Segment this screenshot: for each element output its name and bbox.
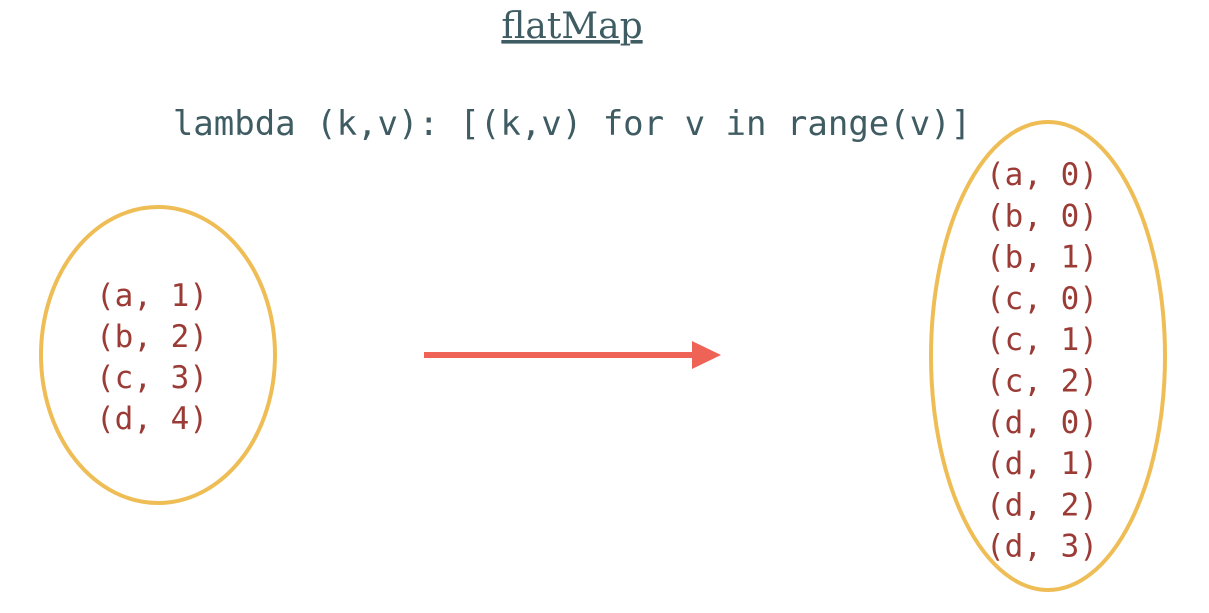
input-pair-4: (d, 4) (96, 401, 208, 437)
diagram-canvas: flatMap lambda (k,v): [(k,v) for v in ra… (0, 0, 1209, 613)
input-pair-2: (b, 2) (96, 319, 208, 355)
output-pair-9: (d, 2) (986, 487, 1098, 523)
output-pair-5: (c, 1) (986, 322, 1098, 358)
output-pair-1: (a, 0) (986, 157, 1098, 193)
diagram-title: flatMap (501, 6, 642, 47)
lambda-expression: lambda (k,v): [(k,v) for v in range(v)] (173, 104, 971, 144)
flatmap-diagram: flatMap lambda (k,v): [(k,v) for v in ra… (39, 6, 1167, 592)
transform-arrow-head (692, 341, 721, 369)
output-pair-7: (d, 0) (986, 405, 1098, 441)
output-pair-4: (c, 0) (986, 281, 1098, 317)
output-pair-6: (c, 2) (986, 364, 1098, 400)
output-pair-3: (b, 1) (986, 240, 1098, 276)
output-items: (a, 0) (b, 0) (b, 1) (c, 0) (c, 1) (c, 2) (d, … (986, 157, 1098, 565)
output-pair-8: (d, 1) (986, 446, 1098, 482)
input-items: (a, 1) (b, 2) (c, 3) (d, 4) (96, 278, 208, 437)
input-partition-ellipse (39, 205, 277, 505)
output-pair-10: (d, 3) (986, 529, 1098, 565)
input-pair-1: (a, 1) (96, 278, 208, 314)
input-pair-3: (c, 3) (96, 360, 208, 396)
output-pair-2: (b, 0) (986, 198, 1098, 234)
